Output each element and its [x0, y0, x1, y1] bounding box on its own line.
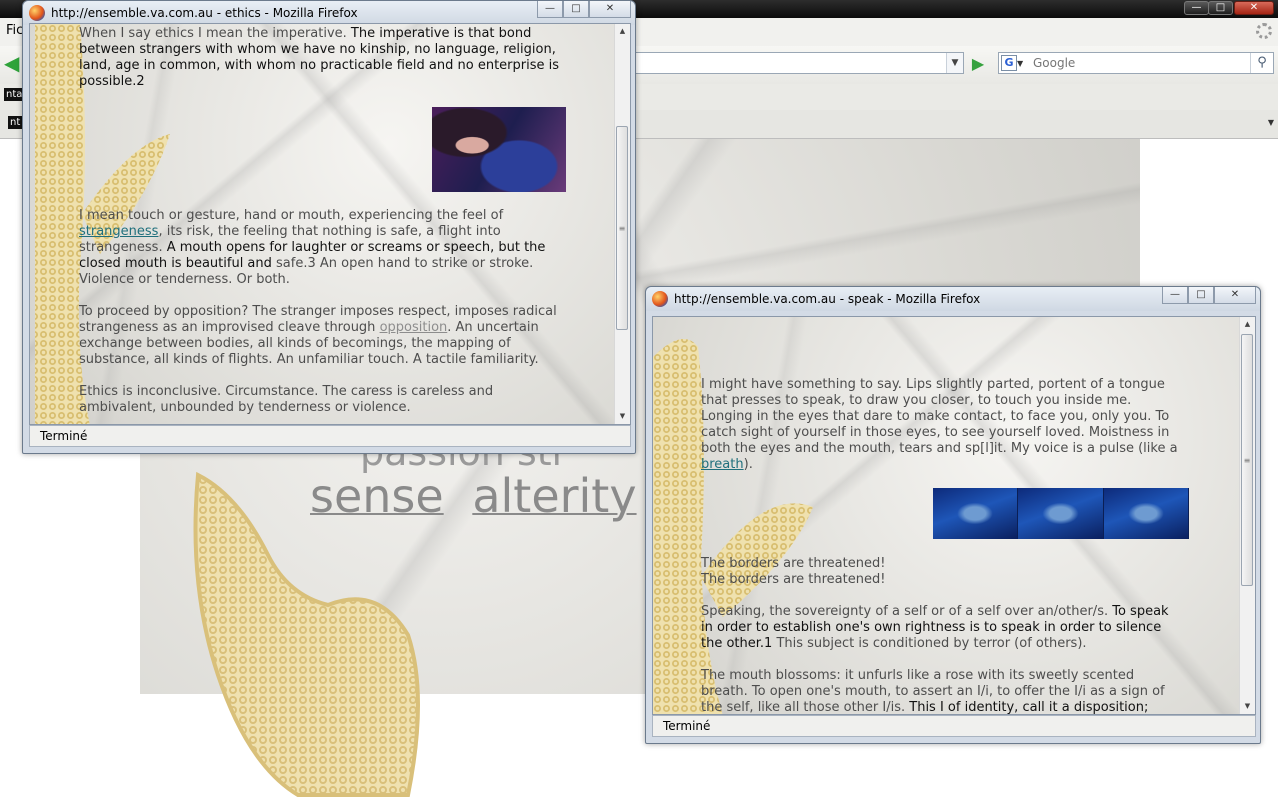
maximize-button[interactable]: □: [1188, 287, 1214, 304]
link-opposition[interactable]: opposition: [380, 320, 448, 335]
speak-text: I might have something to say. Lips slig…: [701, 377, 1181, 489]
ethics-paragraph: I mean touch or gesture, hand or mouth, …: [79, 208, 569, 288]
text-span: I mean touch or gesture, hand or mouth, …: [79, 208, 504, 223]
background-words: sense alterity: [310, 469, 640, 529]
scroll-down-arrow-icon[interactable]: ▼: [1240, 699, 1255, 714]
speak-titlebar: http://ensemble.va.com.au - speak - Mozi…: [646, 287, 1260, 311]
maximize-button[interactable]: □: [1208, 1, 1233, 15]
text-span: When I say ethics I mean the imperative.: [79, 26, 347, 41]
speak-paragraph: I might have something to say. Lips slig…: [701, 377, 1181, 473]
speak-page-content: I might have something to say. Lips slig…: [652, 316, 1256, 715]
ethics-scrollbar[interactable]: ▲ ≡ ▼: [614, 24, 630, 424]
link-strangeness[interactable]: strangeness: [79, 224, 158, 239]
firefox-icon: [29, 5, 45, 21]
ethics-titlebar: http://ensemble.va.com.au - ethics - Moz…: [23, 1, 635, 25]
speak-paragraph: The mouth blossoms: it unfurls like a ro…: [701, 668, 1181, 715]
url-bar[interactable]: ▼: [630, 52, 964, 74]
ethics-text-lower: I mean touch or gesture, hand or mouth, …: [79, 208, 569, 424]
blue-film-strip-image[interactable]: [933, 488, 1189, 539]
speak-paragraph: Speaking, the sovereignty of a self or o…: [701, 604, 1181, 652]
text-span: The borders are threatened!: [701, 572, 886, 587]
film-frame: [1103, 488, 1189, 539]
ethics-paragraph: When I say ethics I mean the imperative.…: [79, 26, 569, 90]
ethics-paragraph: Ethics is inconclusive. Circumstance. Th…: [79, 384, 569, 416]
speak-window-title: http://ensemble.va.com.au - speak - Mozi…: [674, 292, 981, 306]
search-input[interactable]: [1031, 53, 1245, 73]
speak-popup-window: http://ensemble.va.com.au - speak - Mozi…: [645, 286, 1261, 744]
film-frame: [933, 488, 1019, 539]
close-button[interactable]: ✕: [589, 1, 631, 18]
speak-paragraph: The borders are threatened! The borders …: [701, 556, 1181, 588]
ethics-paragraph: To proceed by opposition? The stranger i…: [79, 304, 569, 368]
search-engine-selector[interactable]: G ▼: [1001, 55, 1029, 71]
close-button[interactable]: ✕: [1214, 287, 1256, 304]
woman-photo[interactable]: [432, 107, 566, 192]
scroll-up-arrow-icon[interactable]: ▲: [615, 24, 630, 39]
scrollbar-thumb[interactable]: ≡: [616, 126, 628, 330]
scroll-down-arrow-icon[interactable]: ▼: [615, 409, 630, 424]
tab-item[interactable]: nt: [8, 116, 23, 129]
google-icon: G: [1001, 55, 1017, 71]
url-history-dropdown[interactable]: ▼: [946, 53, 963, 73]
menu-file[interactable]: Fic: [6, 23, 23, 38]
word-link-alterity[interactable]: alterity: [472, 469, 636, 523]
go-arrow-icon[interactable]: ▶: [968, 54, 988, 74]
minimize-button[interactable]: —: [1184, 1, 1209, 15]
link-breath[interactable]: breath: [701, 457, 744, 472]
ethics-popup-window: http://ensemble.va.com.au - ethics - Moz…: [22, 0, 636, 454]
text-span: The borders are threatened!: [701, 556, 886, 571]
text-span: I might have something to say. Lips slig…: [701, 377, 1178, 456]
film-frame: [1018, 488, 1104, 539]
minimize-button[interactable]: —: [537, 1, 563, 18]
ethics-text: When I say ethics I mean the imperative.…: [79, 26, 569, 106]
speak-text-lower: The borders are threatened! The borders …: [701, 556, 1181, 715]
text-span: Speaking, the sovereignty of a self or o…: [701, 604, 1109, 619]
speak-status-bar: Terminé: [652, 715, 1256, 737]
tab-list-dropdown-icon[interactable]: ▼: [1268, 118, 1274, 127]
search-magnifier-icon[interactable]: ⚲: [1250, 53, 1273, 73]
text-span: Ethics is inconclusive. Circumstance. Th…: [79, 384, 494, 415]
speak-scrollbar[interactable]: ▲ ≡ ▼: [1239, 317, 1255, 714]
search-box: G▼ ⚲: [998, 52, 1274, 74]
scrollbar-thumb[interactable]: ≡: [1241, 334, 1253, 586]
minimize-button[interactable]: —: [1162, 287, 1188, 304]
text-span: This subject is conditioned by terror (o…: [772, 636, 1087, 651]
word-link-sense[interactable]: sense: [310, 469, 444, 523]
firefox-icon: [652, 291, 668, 307]
ethics-page-content: When I say ethics I mean the imperative.…: [29, 23, 631, 425]
text-span: This I of identity, call it a dispositio…: [905, 700, 1149, 715]
ethics-status-bar: Terminé: [29, 425, 631, 447]
text-span: ).: [743, 457, 753, 472]
close-button[interactable]: ✕: [1234, 1, 1274, 15]
ethics-window-title: http://ensemble.va.com.au - ethics - Moz…: [51, 6, 358, 20]
maximize-button[interactable]: □: [563, 1, 589, 18]
throbber-icon: [1256, 23, 1272, 39]
scroll-up-arrow-icon[interactable]: ▲: [1240, 317, 1255, 332]
